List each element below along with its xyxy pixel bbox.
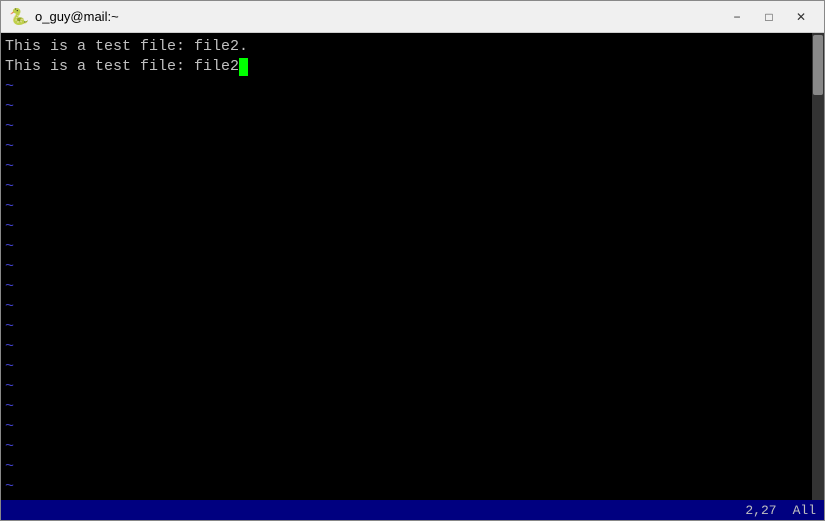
terminal-content[interactable]: This is a test file: file2. This is a te… (1, 33, 812, 500)
tilde-line: ~ (5, 257, 808, 277)
scrollbar[interactable] (812, 33, 824, 500)
tilde-line: ~ (5, 477, 808, 497)
tilde-line: ~ (5, 457, 808, 477)
tilde-line: ~ (5, 397, 808, 417)
tilde-line: ~ (5, 357, 808, 377)
window-title: o_guy@mail:~ (35, 9, 722, 24)
status-bar: 2,27 All (1, 500, 824, 520)
status-right: 2,27 All (745, 503, 816, 518)
tilde-line: ~ (5, 437, 808, 457)
tilde-line: ~ (5, 417, 808, 437)
terminal-area: This is a test file: file2. This is a te… (1, 33, 824, 500)
tilde-line: ~ (5, 497, 808, 500)
tilde-line: ~ (5, 337, 808, 357)
tilde-line: ~ (5, 97, 808, 117)
tilde-line: ~ (5, 377, 808, 397)
tilde-line: ~ (5, 177, 808, 197)
scrollbar-thumb[interactable] (813, 35, 823, 95)
tilde-line: ~ (5, 317, 808, 337)
terminal-window: 🐍 o_guy@mail:~ − □ ✕ This is a test file… (0, 0, 825, 521)
titlebar: 🐍 o_guy@mail:~ − □ ✕ (1, 1, 824, 33)
cursor-position: 2,27 (745, 503, 776, 518)
terminal-line-2: This is a test file: file2 (5, 57, 808, 77)
view-mode: All (793, 503, 816, 518)
tilde-line: ~ (5, 137, 808, 157)
window-controls: − □ ✕ (722, 7, 816, 27)
tilde-line: ~ (5, 77, 808, 97)
terminal-line-1: This is a test file: file2. (5, 37, 808, 57)
close-button[interactable]: ✕ (786, 7, 816, 27)
tilde-line: ~ (5, 297, 808, 317)
tilde-line: ~ (5, 217, 808, 237)
tilde-lines: ~ ~ ~ ~ ~ ~ ~ ~ ~ ~ ~ ~ ~ ~ ~ ~ ~ ~ ~ ~ (5, 77, 808, 500)
app-icon: 🐍 (9, 7, 29, 27)
cursor (239, 58, 248, 76)
tilde-line: ~ (5, 117, 808, 137)
tilde-line: ~ (5, 277, 808, 297)
maximize-button[interactable]: □ (754, 7, 784, 27)
tilde-line: ~ (5, 197, 808, 217)
minimize-button[interactable]: − (722, 7, 752, 27)
tilde-line: ~ (5, 237, 808, 257)
tilde-line: ~ (5, 157, 808, 177)
